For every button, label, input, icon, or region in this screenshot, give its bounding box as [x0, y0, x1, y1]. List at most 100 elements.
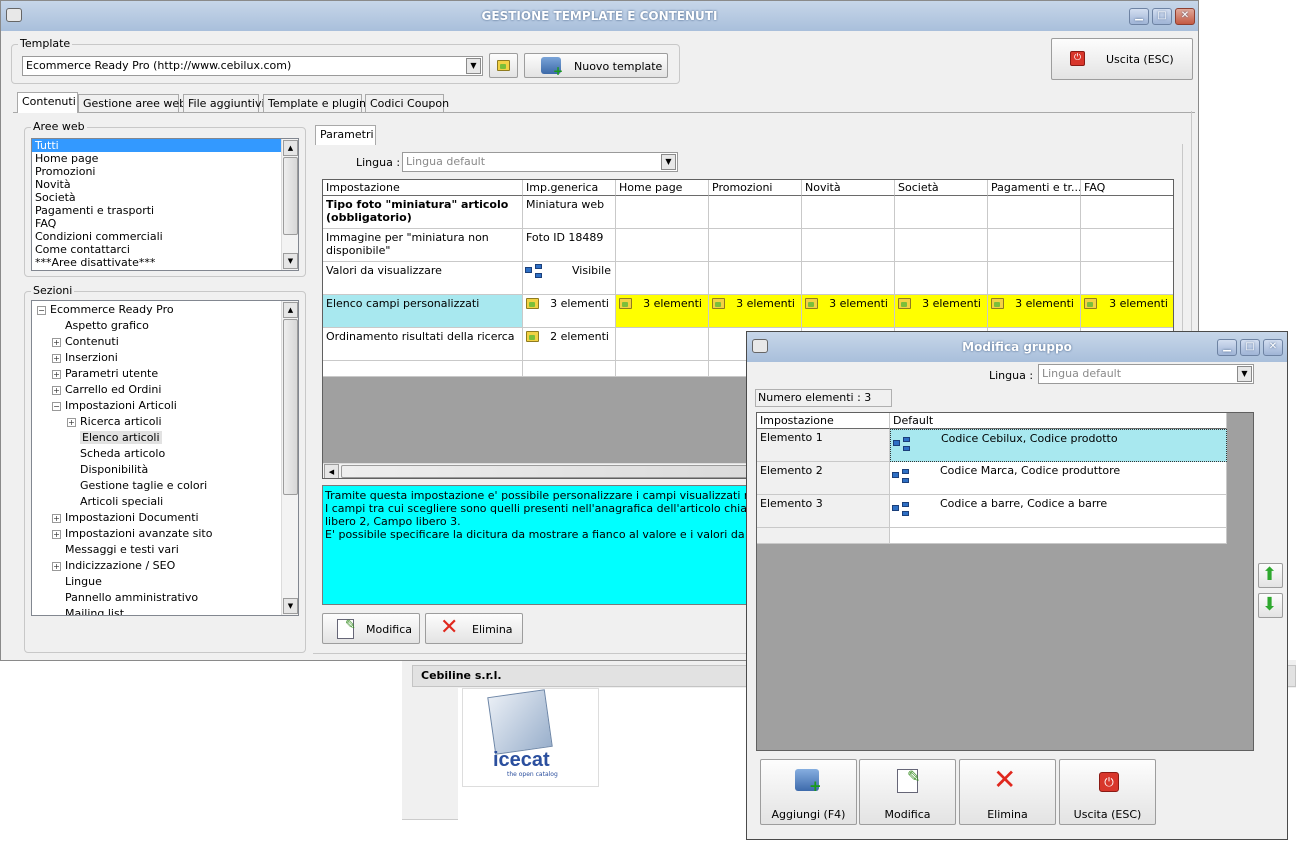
grid-cell[interactable]: 3 elementi: [523, 295, 616, 328]
tree-item[interactable]: +Pannello amministrativo: [52, 590, 198, 606]
expander-icon[interactable]: +: [52, 353, 61, 363]
grid-header-cell[interactable]: Imp.generica: [523, 180, 616, 196]
grid-cell[interactable]: Foto ID 18489: [523, 229, 616, 262]
tree-item[interactable]: + Inserzioni: [52, 350, 118, 366]
grid-cell[interactable]: Valori da visualizzare: [323, 262, 523, 295]
grid-cell[interactable]: Ordinamento risultati della ricerca: [323, 328, 523, 361]
grid-header-cell[interactable]: Home page: [616, 180, 709, 196]
tree-item[interactable]: +Gestione taglie e colori: [67, 478, 207, 494]
aree-list-item[interactable]: Home page: [32, 152, 298, 165]
tree-item[interactable]: + Impostazioni Documenti: [52, 510, 199, 526]
grid-cell[interactable]: [802, 229, 895, 262]
grid-cell[interactable]: [988, 262, 1081, 295]
tab-codici-coupon[interactable]: Codici Coupon: [365, 94, 449, 112]
expander-icon[interactable]: +: [52, 513, 61, 523]
expander-icon[interactable]: +: [52, 385, 61, 395]
grid-cell[interactable]: [616, 229, 709, 262]
aree-web-scrollbar[interactable]: ▲ ▼: [281, 139, 298, 270]
grid-cell[interactable]: Miniatura web: [523, 196, 616, 229]
grid-header-cell[interactable]: Impostazione: [323, 180, 523, 196]
tree-item[interactable]: +Elenco articoli: [67, 430, 162, 446]
tree-item[interactable]: +Lingue: [52, 574, 102, 590]
tree-item[interactable]: + Impostazioni avanzate sito: [52, 526, 212, 542]
move-down-button[interactable]: ⬇: [1258, 593, 1283, 618]
aree-web-list[interactable]: Tutti Home page Promozioni Novità Società Pag…: [31, 138, 299, 271]
tree-item[interactable]: +Messaggi e testi vari: [52, 542, 179, 558]
expander-icon[interactable]: +: [67, 417, 76, 427]
minimize-button[interactable]: ▁: [1129, 8, 1149, 25]
grid-header-cell[interactable]: Novità: [802, 180, 895, 196]
tree-item[interactable]: +Articoli speciali: [67, 494, 163, 510]
tree-item[interactable]: + Indicizzazione / SEO: [52, 558, 175, 574]
grid-cell[interactable]: 3 elementi: [895, 295, 988, 328]
aree-list-item[interactable]: ***Aree disattivate***: [32, 256, 298, 269]
grid-cell[interactable]: Immagine per "miniatura non disponibile": [323, 229, 523, 262]
grid-cell[interactable]: [988, 196, 1081, 229]
tree-item[interactable]: + Contenuti: [52, 334, 119, 350]
tree-item[interactable]: +Mailing list: [52, 606, 124, 615]
grid-cell[interactable]: [709, 196, 802, 229]
tree-item[interactable]: − Ecommerce Ready Pro: [37, 302, 174, 318]
aree-list-item[interactable]: Società: [32, 191, 298, 204]
new-template-button[interactable]: + Nuovo template: [524, 53, 668, 78]
tab-contenuti[interactable]: Contenuti: [17, 92, 78, 113]
grid-cell[interactable]: 3 elementi: [709, 295, 802, 328]
tab-template-plugins[interactable]: Template e plugins: [263, 94, 372, 112]
grid-cell[interactable]: [802, 196, 895, 229]
dialog-grid-header[interactable]: Impostazione: [757, 413, 890, 429]
scroll-down-arrow[interactable]: ▼: [283, 598, 298, 614]
aree-list-item[interactable]: Come contattarci: [32, 243, 298, 256]
modifica-button[interactable]: ✎ Modifica: [322, 613, 420, 644]
grid-cell[interactable]: [709, 229, 802, 262]
tab-parametri[interactable]: Parametri: [315, 125, 376, 145]
grid-cell[interactable]: [616, 262, 709, 295]
grid-cell[interactable]: 2 elementi: [523, 328, 616, 361]
grid-header-cell[interactable]: Società: [895, 180, 988, 196]
aree-list-item[interactable]: Condizioni commerciali: [32, 230, 298, 243]
expander-icon[interactable]: +: [52, 561, 61, 571]
tree-item[interactable]: + Carrello ed Ordini: [52, 382, 161, 398]
elimina-button[interactable]: ✕ Elimina: [425, 613, 523, 644]
grid-cell[interactable]: Visibile: [523, 262, 616, 295]
lingua-select[interactable]: Lingua default ▼: [402, 152, 678, 172]
aggiungi-button[interactable]: + Aggiungi (F4): [760, 759, 857, 825]
dialog-minimize-button[interactable]: ▁: [1217, 339, 1237, 356]
dialog-modifica-button[interactable]: ✎ Modifica: [859, 759, 956, 825]
grid-header-cell[interactable]: Promozioni: [709, 180, 802, 196]
aree-list-item[interactable]: Novità: [32, 178, 298, 191]
grid-cell[interactable]: [988, 229, 1081, 262]
grid-cell[interactable]: [616, 196, 709, 229]
open-folder-button[interactable]: [489, 53, 518, 78]
scroll-thumb[interactable]: [283, 157, 298, 235]
grid-cell[interactable]: Tipo foto "miniatura" articolo (obbligat…: [323, 196, 523, 229]
grid-cell[interactable]: [1081, 262, 1173, 295]
close-button[interactable]: ✕: [1175, 8, 1195, 25]
aree-list-item[interactable]: Pagamenti e trasporti: [32, 204, 298, 217]
grid-cell[interactable]: [895, 229, 988, 262]
grid-cell[interactable]: [616, 361, 709, 377]
grid-cell[interactable]: [895, 196, 988, 229]
dialog-elimina-button[interactable]: ✕ Elimina: [959, 759, 1056, 825]
tree-item[interactable]: + Ricerca articoli: [67, 414, 162, 430]
scroll-up-arrow[interactable]: ▲: [283, 140, 298, 156]
expander-icon[interactable]: −: [37, 305, 46, 315]
tree-item[interactable]: − Impostazioni Articoli: [52, 398, 177, 414]
dialog-grid-cell[interactable]: [757, 528, 890, 544]
aree-list-item[interactable]: Promozioni: [32, 165, 298, 178]
grid-cell[interactable]: [616, 328, 709, 361]
maximize-button[interactable]: □: [1152, 8, 1172, 25]
grid-cell[interactable]: 3 elementi: [616, 295, 709, 328]
scroll-thumb[interactable]: [283, 319, 298, 495]
tab-file-aggiuntivi[interactable]: File aggiuntivi: [183, 94, 265, 112]
dialog-grid-cell[interactable]: [890, 528, 1227, 544]
scroll-left-arrow[interactable]: ◀: [324, 464, 339, 478]
grid-cell[interactable]: [323, 361, 523, 377]
dialog-grid-cell[interactable]: Elemento 2: [757, 462, 890, 495]
dialog-grid-cell[interactable]: Codice a barre, Codice a barre: [890, 495, 1227, 528]
tree-item[interactable]: +Disponibilità: [67, 462, 148, 478]
grid-cell[interactable]: [1081, 196, 1173, 229]
tree-item[interactable]: +Scheda articolo: [67, 446, 165, 462]
dialog-maximize-button[interactable]: □: [1240, 339, 1260, 356]
dialog-exit-button[interactable]: ⏻ Uscita (ESC): [1059, 759, 1156, 825]
grid-cell[interactable]: [1081, 229, 1173, 262]
